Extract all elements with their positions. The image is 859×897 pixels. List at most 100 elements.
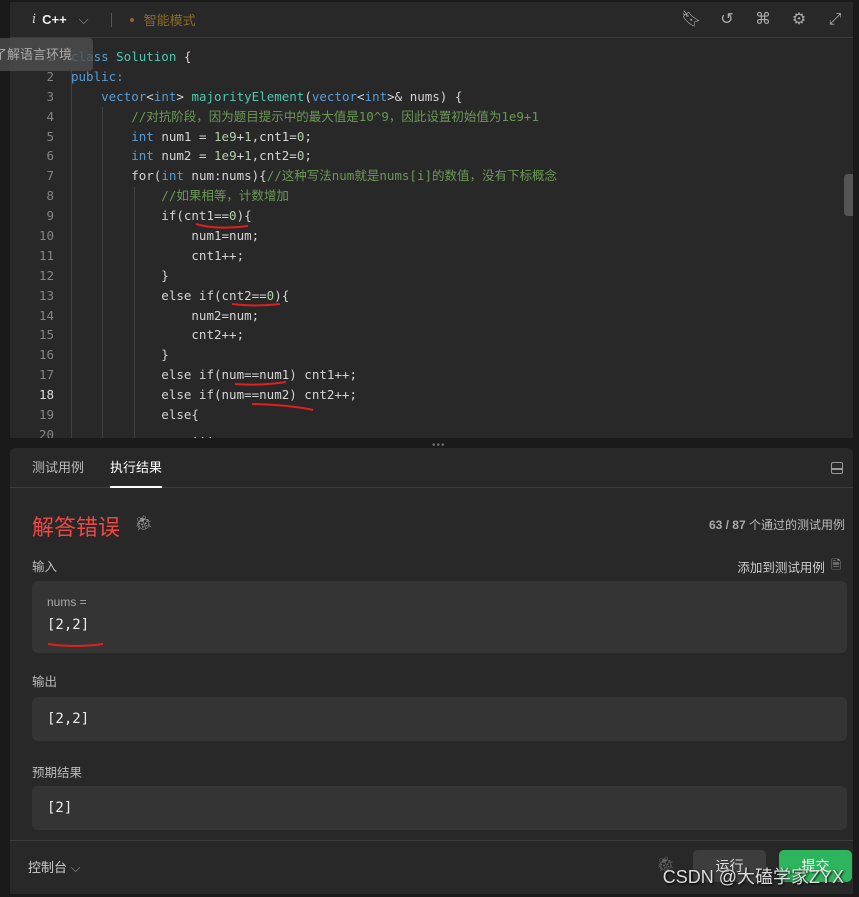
code-token: 0 [229, 208, 237, 224]
reset-icon[interactable]: ↺ [717, 10, 737, 30]
console-label: 控制台 [28, 860, 68, 875]
add-case-label: 添加到测试用例 [737, 561, 825, 575]
input-box: nums = [2,2] [32, 581, 847, 653]
code-line[interactable]: 10 num1=num; [10, 226, 557, 246]
line-number: 5 [46, 128, 54, 144]
add-to-testcase-button[interactable]: 添加到测试用例 🗎 [737, 556, 841, 577]
input-var: nums = [47, 595, 87, 609]
code-line[interactable]: 16 } [10, 345, 557, 365]
code-token: num2 = [153, 148, 215, 164]
divider [110, 12, 112, 27]
expected-value: [2] [32, 786, 847, 830]
code-text: num2=num; [54, 306, 259, 326]
line-number: 11 [38, 247, 54, 263]
code-text: else{ [54, 405, 199, 425]
code-text: } [54, 345, 169, 365]
output-label: 输出 [32, 675, 58, 689]
layout-icon[interactable] [831, 462, 843, 474]
code-token: < [357, 88, 365, 104]
tab-result[interactable]: 执行结果 [110, 448, 163, 488]
console-toggle[interactable]: 控制台 ⌵ [28, 857, 81, 876]
passed-suffix: 个通过的测试用例 [748, 518, 845, 532]
add-case-icon: 🗎 [830, 558, 841, 572]
code-token: cnt2++; [71, 327, 245, 343]
code-line[interactable]: 11 cnt1++; [10, 246, 557, 266]
code-token: { [176, 49, 192, 64]
tooltip: 了解语言环境 [0, 38, 93, 71]
code-line[interactable]: 7 for(int num:nums){//这种写法num就是nums[i]的数… [10, 166, 557, 186]
code-line[interactable]: 18 else if(num==num2) cnt2++; [10, 385, 557, 405]
language-select[interactable]: i C++ ⌵ [32, 12, 89, 28]
editor-header: i C++ ⌵ 智能模式 🔖︎ ↺ ⌘ ⚙ ⤢ [10, 2, 853, 38]
code-text: ... [54, 425, 214, 438]
code-token: for( [71, 168, 162, 184]
code-token: ){ [236, 208, 252, 224]
code-token: + [236, 128, 245, 144]
smart-mode-toggle[interactable]: 智能模式 [129, 10, 196, 29]
watermark: CSDN @大磕学家ZYX [662, 867, 844, 887]
bookmark-icon[interactable]: 🔖︎ [681, 10, 701, 30]
code-text: int num1 = 1e9+1,cnt1=0; [54, 127, 312, 147]
code-line[interactable]: 6 int num2 = 1e9+1,cnt2=0; [10, 146, 557, 166]
line-number: 8 [46, 188, 54, 204]
code-line[interactable]: 20 ... [10, 425, 557, 438]
language-label: C++ [42, 12, 67, 27]
code-line[interactable]: 2 public: [10, 67, 557, 87]
line-number: 13 [38, 287, 54, 303]
verdict: 解答错误 [32, 515, 121, 540]
code-line[interactable]: 8 //如果相等，计数增加 [10, 186, 557, 206]
code-line[interactable]: 14 num2=num; [10, 306, 557, 326]
code-token: public: [71, 68, 124, 84]
code-token: else if(num==num1) cnt1++; [71, 367, 357, 383]
code-token: 1 [244, 128, 252, 144]
settings-icon[interactable]: ⚙ [789, 10, 809, 30]
code-token: 1 [244, 148, 252, 164]
code-token: //如果相等，计数增加 [71, 188, 289, 204]
code-line[interactable]: 9 if(cnt1==0){ [10, 206, 557, 226]
code-line[interactable]: 5 int num1 = 1e9+1,cnt1=0; [10, 127, 557, 147]
code-text: //如果相等，计数增加 [54, 186, 289, 206]
line-number: 16 [38, 347, 54, 363]
smart-mode-label: 智能模式 [143, 13, 196, 28]
code-token: else if(num==num2) cnt2++; [71, 387, 357, 403]
code-token: vector [311, 88, 358, 104]
input-value: [2,2] [47, 617, 90, 633]
code-area[interactable]: 1class Solution {2public:3 vector<int> m… [10, 47, 557, 438]
result-panel: 测试用例 执行结果 解答错误 🐞︎ 63 / 87 个通过的测试用例 输入 添加… [10, 448, 853, 840]
code-line[interactable]: 19 else{ [10, 405, 557, 425]
expand-icon[interactable]: ⤢ [825, 10, 845, 30]
line-number: 20 [38, 426, 54, 438]
code-line[interactable]: 12 } [10, 266, 557, 286]
scrollbar[interactable] [844, 174, 853, 216]
code-text: } [54, 266, 169, 286]
code-token: + [236, 148, 245, 164]
code-token: ; [304, 128, 312, 144]
code-token: else if(cnt2== [71, 287, 267, 303]
code-line[interactable]: 17 else if(num==num1) cnt1++; [10, 365, 557, 385]
code-line[interactable]: 15 cnt2++; [10, 325, 557, 345]
code-line[interactable]: 13 else if(cnt2==0){ [10, 286, 557, 306]
code-token: int [364, 88, 388, 104]
code-token: if(cnt1== [71, 208, 230, 224]
command-icon[interactable]: ⌘ [753, 10, 773, 30]
line-number: 10 [38, 228, 54, 244]
code-line[interactable]: 3 vector<int> majorityElement(vector<int… [10, 87, 557, 107]
code-token: >& nums) { [387, 88, 463, 104]
tab-testcase[interactable]: 测试用例 [32, 448, 84, 487]
code-token: int [161, 168, 184, 184]
line-number: 18 [38, 387, 54, 403]
code-token: num1 = [153, 128, 215, 144]
code-text: num1=num; [54, 226, 259, 246]
code-editor[interactable]: i C++ ⌵ 智能模式 🔖︎ ↺ ⌘ ⚙ ⤢ 1class Solution … [10, 2, 853, 438]
code-text: else if(num==num2) cnt2++; [54, 385, 357, 405]
code-token: //对抗阶段，因为题目提示中的最大值是10^9，因此设置初始值为1e9+1 [71, 108, 539, 124]
debug-icon[interactable]: 🐞︎ [134, 514, 153, 532]
code-line[interactable]: 4 //对抗阶段，因为题目提示中的最大值是10^9，因此设置初始值为1e9+1 [10, 107, 557, 127]
code-token: } [71, 267, 169, 283]
line-number: 17 [38, 367, 54, 383]
code-token: int [153, 88, 177, 104]
code-token: > [176, 88, 192, 104]
line-number: 12 [38, 267, 54, 283]
